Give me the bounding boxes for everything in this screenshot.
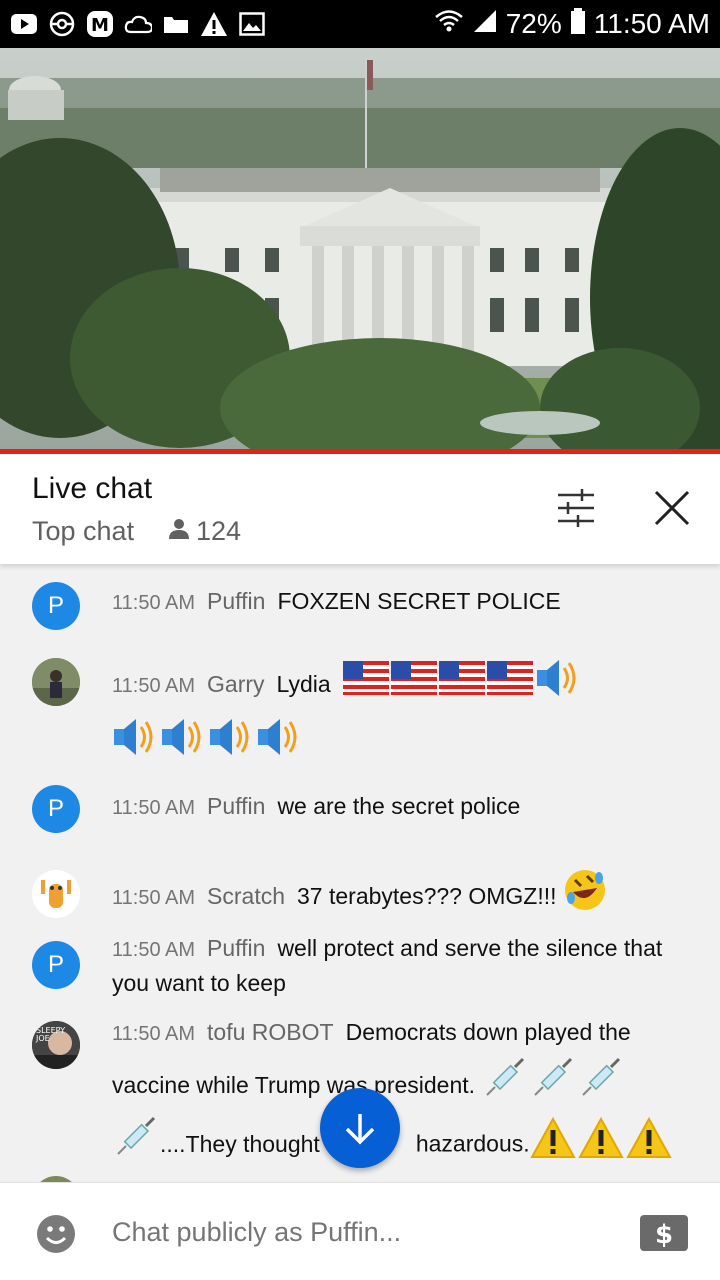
viewer-count-value: 124 [196,516,242,546]
wifi-icon [434,8,464,40]
dollar-icon: $ [640,1215,688,1251]
message-author: Puffin [207,793,266,819]
emoji-button[interactable] [36,1214,76,1254]
message-text-3: hazardous. [415,1130,530,1157]
speaker-icon [256,715,302,774]
message-text: 37 terabytes??? OMGZ!!! [297,882,557,909]
warning-emoji-icon [625,1116,672,1175]
video-frame [0,48,720,449]
tune-button[interactable] [554,488,598,528]
avatar: P [32,785,80,833]
message-time: 11:50 AM [112,797,196,819]
message-text: FOXZEN SECRET POLICE [277,588,561,614]
folder-icon [162,10,190,38]
message-time: 11:50 AM [112,592,196,614]
flag-us-icon [487,661,534,710]
message-time: 11:50 AM [112,939,196,961]
chat-mode-dropdown[interactable]: Top chat [32,516,134,547]
svg-text:JOE: JOE [35,1034,50,1043]
syringe-icon [112,1116,158,1175]
message-time: 11:50 AM [112,886,196,909]
syringe-icon [529,1057,575,1116]
rofl-icon [563,868,607,927]
message-author: Garry [207,670,265,697]
message-time: 11:50 AM [112,1023,196,1045]
battery-percent: 72% [505,8,562,39]
speaker-icon [160,715,206,774]
avatar [32,658,80,706]
message-author: tofu ROBOT [207,1019,334,1045]
flag-us-icon [391,661,438,710]
flag-us-icon [343,661,390,710]
arrow-down-icon [345,1114,375,1145]
avatar: P [32,941,80,989]
flag-us-icon [439,661,486,710]
cloud-icon [124,10,152,38]
svg-text:M: M [91,15,109,36]
speaker-icon [112,715,158,774]
chat-title: Live chat [32,472,153,505]
message-author: Puffin [207,588,266,614]
warning-emoji-icon [529,1116,576,1175]
close-button[interactable] [650,486,694,530]
warning-icon [200,10,228,38]
youtube-icon [10,10,38,38]
avatar [32,870,80,918]
avatar: SLEEPY JOE [32,1021,80,1069]
svg-text:$: $ [655,1220,673,1250]
clock: 11:50 AM [593,8,710,39]
message-author: Puffin [207,935,266,961]
chat-input-bar: Chat publicly as Puffin... $ [0,1182,720,1280]
message-text-2: ....They thought [160,1130,320,1157]
message-time: 11:50 AM [112,674,196,697]
syringe-icon [481,1057,527,1116]
signal-icon [472,8,498,41]
message-text: Lydia [276,670,331,697]
super-chat-button[interactable]: $ [640,1215,688,1251]
status-bar: M 72% 11:50 AM [0,0,720,48]
avatar: P [32,582,80,630]
video-player[interactable] [0,48,720,449]
speaker-icon [535,656,581,715]
person-icon [168,516,190,547]
speaker-icon [208,715,254,774]
tune-icon [558,489,594,527]
scroll-to-bottom-button[interactable] [320,1088,400,1168]
m-icon: M [86,10,114,38]
chat-input[interactable]: Chat publicly as Puffin... [112,1217,401,1248]
warning-emoji-icon [577,1116,624,1175]
smile-icon [37,1215,75,1253]
syringe-icon [577,1057,623,1116]
chat-header: Live chat Top chat 124 [0,454,720,564]
close-icon [654,490,690,526]
image-icon [238,10,266,38]
pokeball-icon [48,10,76,38]
viewer-count: 124 [168,516,241,547]
battery-icon [570,7,586,42]
message-text: we are the secret police [277,793,521,819]
message-author: Scratch [207,882,286,909]
